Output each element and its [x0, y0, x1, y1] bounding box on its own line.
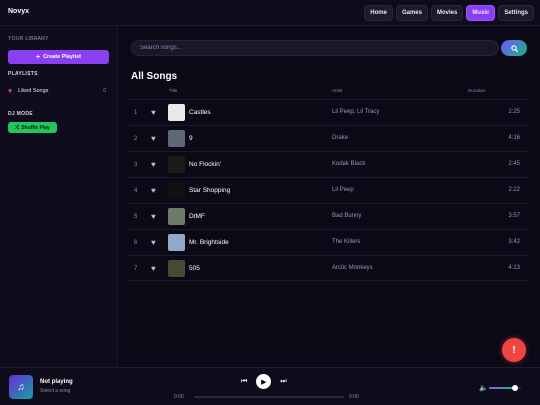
heart-icon[interactable]: ♥ — [151, 160, 156, 169]
next-icon[interactable]: ⏭ — [280, 378, 286, 386]
section-title: All Songs — [131, 71, 178, 82]
track-row[interactable]: 6 ♥ Mr. Brightside The Killers 3:42 — [128, 229, 528, 255]
search-input[interactable] — [131, 40, 499, 56]
main-content: All Songs Title Artist Duration 1 ♥ Castle… — [118, 26, 540, 367]
search-icon — [510, 44, 518, 52]
play-icon: ▶ — [261, 378, 267, 386]
progress-bar[interactable] — [194, 396, 344, 398]
alert-button[interactable]: ! — [502, 338, 526, 362]
track-title: Castles — [189, 109, 211, 116]
track-artist: Kodak Black — [332, 161, 366, 167]
track-row[interactable]: 2 ♥ 9 Drake 4:16 — [128, 125, 528, 151]
volume-icon[interactable]: 🔈 — [479, 384, 488, 392]
liked-songs-label: Liked Songs — [18, 88, 49, 94]
volume-slider[interactable] — [489, 385, 521, 391]
track-artist: Lil Peep — [332, 187, 354, 193]
nav-music-button[interactable]: Music — [466, 5, 496, 21]
column-header-title: Title — [169, 88, 178, 93]
heart-icon[interactable]: ♥ — [151, 264, 156, 273]
track-number: 4 — [134, 188, 138, 194]
volume-fill — [489, 387, 515, 389]
album-art — [168, 260, 185, 277]
heart-icon[interactable]: ♥ — [151, 186, 156, 195]
track-row[interactable]: 7 ♥ 505 Arctic Monkeys 4:13 — [128, 255, 528, 281]
now-playing-subtitle: Select a song — [40, 388, 71, 394]
track-duration: 4:16 — [508, 135, 520, 141]
now-playing-title: Not playing — [40, 379, 73, 385]
track-duration: 2:45 — [508, 161, 520, 167]
now-playing-cover: ♫ — [9, 375, 33, 399]
heart-icon[interactable]: ♥ — [151, 108, 156, 117]
track-artist: Bad Bunny — [332, 213, 362, 219]
current-time: 0:00 — [174, 394, 184, 400]
previous-icon[interactable]: ⏮ — [241, 378, 247, 386]
heart-icon[interactable]: ♥ — [151, 238, 156, 247]
track-number: 2 — [134, 136, 138, 142]
track-number: 1 — [134, 110, 138, 116]
search-button[interactable] — [501, 40, 527, 56]
track-duration: 2:25 — [508, 109, 520, 115]
track-artist: The Killers — [332, 239, 361, 245]
track-title: Mr. Brightside — [189, 239, 229, 246]
heart-icon[interactable]: ♥ — [151, 134, 156, 143]
track-duration: 3:42 — [508, 239, 520, 245]
track-title: 505 — [189, 265, 200, 272]
shuffle-play-label: Shuffle Play — [21, 124, 50, 131]
library-heading: YOUR LIBRARY — [8, 36, 49, 42]
sidebar: YOUR LIBRARY + Create Playlist PLAYLISTS… — [0, 26, 118, 367]
create-playlist-button[interactable]: + Create Playlist — [8, 50, 109, 64]
exclamation-icon: ! — [512, 344, 516, 356]
track-title: Star Shopping — [189, 187, 231, 194]
track-duration: 4:13 — [508, 265, 520, 271]
album-art — [168, 234, 185, 251]
nav-home-button[interactable]: Home — [364, 5, 393, 21]
shuffle-play-button[interactable]: ⤮ Shuffle Play — [8, 122, 57, 133]
plus-icon: + — [35, 53, 41, 61]
playback-controls: ⏮ ▶ ⏭ — [241, 374, 287, 389]
music-note-icon: ♫ — [17, 381, 25, 393]
play-button[interactable]: ▶ — [256, 374, 272, 389]
track-title: 9 — [189, 135, 193, 142]
track-duration: 2:22 — [508, 187, 520, 193]
heart-icon[interactable]: ♥ — [151, 212, 156, 221]
track-title: No Flockin' — [189, 161, 221, 168]
liked-songs-count: 0 — [103, 88, 106, 94]
column-header-artist: Artist — [332, 88, 343, 93]
album-art — [168, 182, 185, 199]
column-header-duration: Duration — [468, 88, 486, 93]
playlists-heading: PLAYLISTS — [8, 71, 38, 77]
main-nav: Home Games Movies Music Settings — [364, 5, 534, 21]
track-number: 5 — [134, 214, 138, 220]
album-art — [168, 156, 185, 173]
track-row[interactable]: 4 ♥ Star Shopping Lil Peep 2:22 — [128, 177, 528, 203]
album-art — [168, 130, 185, 147]
shuffle-icon: ⤮ — [15, 124, 20, 131]
nav-games-button[interactable]: Games — [395, 5, 428, 21]
volume-knob[interactable] — [511, 385, 518, 391]
track-artist: Drake — [332, 135, 349, 141]
brand-logo[interactable]: Novyx — [8, 8, 29, 15]
track-artist: Arctic Monkeys — [332, 265, 373, 271]
liked-songs-item[interactable]: ♥ Liked Songs 0 — [8, 86, 106, 96]
dj-mode-heading: DJ MODE — [8, 111, 33, 117]
track-duration: 3:57 — [508, 213, 520, 219]
track-number: 6 — [134, 240, 138, 246]
top-bar: Novyx Home Games Movies Music Settings — [0, 0, 540, 26]
nav-movies-button[interactable]: Movies — [430, 5, 464, 21]
total-time: 0:00 — [349, 394, 359, 400]
track-artist: Lil Peep, Lil Tracy — [332, 109, 380, 115]
album-art — [168, 208, 185, 225]
track-row[interactable]: 5 ♥ DtMF Bad Bunny 3:57 — [128, 203, 528, 229]
track-row[interactable]: 3 ♥ No Flockin' Kodak Black 2:45 — [128, 151, 528, 177]
player-bar: ♫ Not playing Select a song ⏮ ▶ ⏭ 0:00 0… — [0, 367, 540, 405]
nav-settings-button[interactable]: Settings — [498, 5, 534, 21]
track-row[interactable]: 1 ♥ Castles Lil Peep, Lil Tracy 2:25 — [128, 99, 528, 125]
track-number: 7 — [134, 266, 138, 272]
track-list: 1 ♥ Castles Lil Peep, Lil Tracy 2:25 2 ♥ 9 Drake… — [128, 99, 528, 281]
track-number: 3 — [134, 162, 138, 168]
track-title: DtMF — [189, 213, 205, 220]
heart-icon: ♥ — [8, 87, 13, 95]
album-art — [168, 104, 185, 121]
create-playlist-label: Create Playlist — [43, 54, 81, 60]
